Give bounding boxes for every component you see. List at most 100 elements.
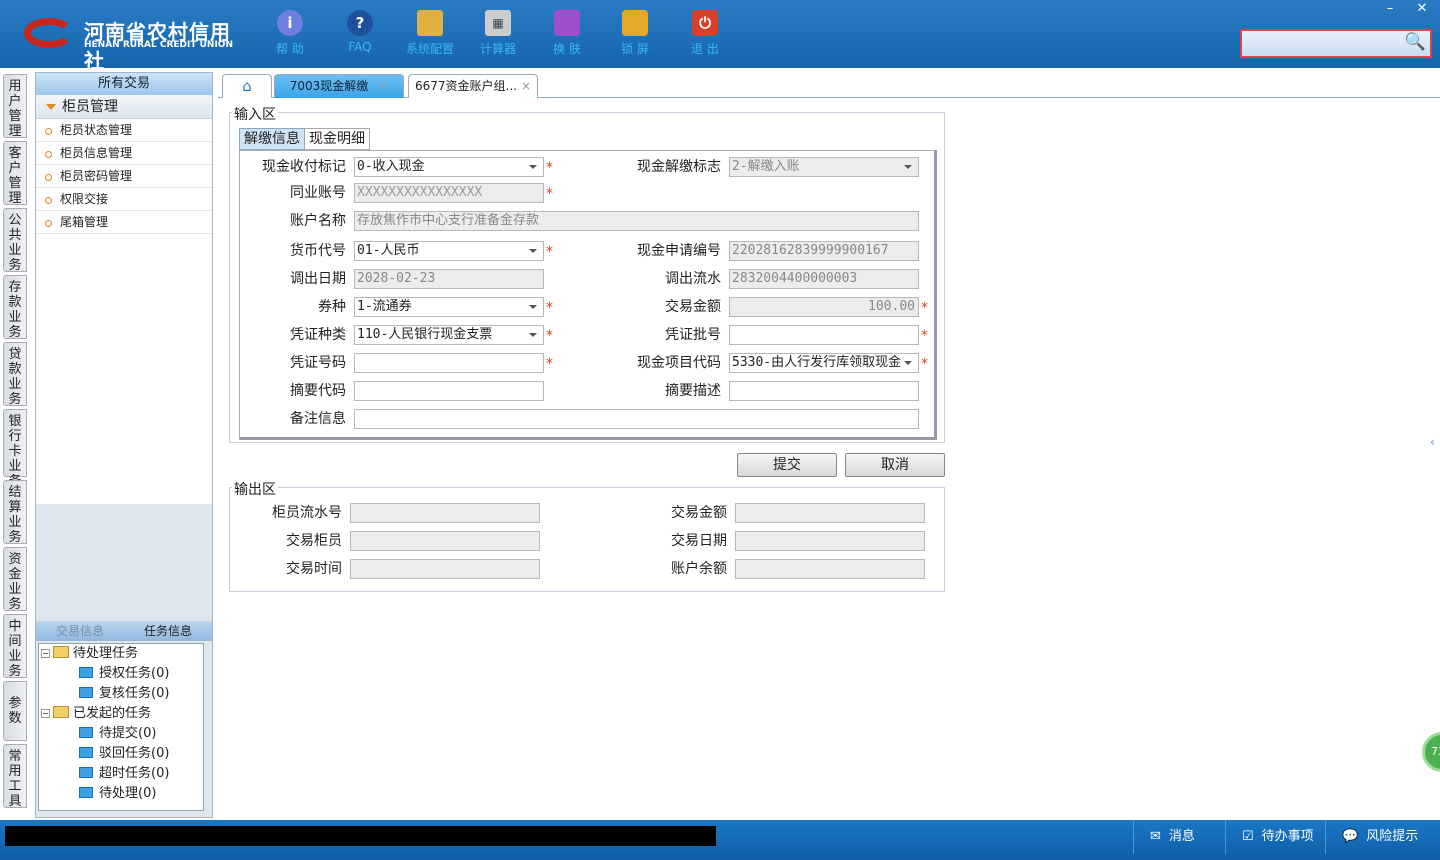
tree-label: 复核任务(0)	[99, 686, 170, 701]
summary-code-input[interactable]	[354, 381, 544, 401]
output-teller	[350, 531, 540, 551]
task-icon	[79, 747, 93, 758]
vtab-customer-mgmt[interactable]: 客户管理	[3, 141, 27, 206]
close-tab-icon[interactable]: ×	[378, 79, 388, 93]
vtab-intermediary[interactable]: 中间业务	[3, 614, 27, 679]
tab-7003[interactable]: 7003现金解缴 ×	[274, 74, 404, 98]
tree-node-pending[interactable]: − 待处理任务	[41, 644, 138, 664]
cancel-button[interactable]: 取消	[845, 453, 945, 477]
required-asterisk: *	[546, 160, 553, 176]
vtab-funds[interactable]: 资金业务	[3, 547, 27, 612]
remark-input[interactable]	[354, 409, 919, 429]
out-date-label: 调出日期	[290, 271, 346, 287]
coupon-select[interactable]: 1-流通券	[354, 297, 544, 317]
tree-node-review[interactable]: 复核任务(0)	[79, 684, 169, 704]
vtab-public[interactable]: 公共业务	[3, 208, 27, 273]
folder-icon	[53, 646, 69, 658]
sidebar-group-teller-mgmt[interactable]: 柜员管理	[36, 95, 212, 119]
logo-subtext: HENAN RURAL CREDIT UNION	[84, 40, 233, 50]
subtab-remit-info[interactable]: 解缴信息	[239, 128, 305, 150]
voucher-batch-input[interactable]	[729, 325, 919, 345]
vtab-settlement[interactable]: 结算业务	[3, 480, 27, 545]
sidebar-item-teller-info[interactable]: 柜员信息管理	[36, 142, 212, 165]
tab-task-info[interactable]: 任务信息	[124, 621, 212, 641]
close-window-button[interactable]: ✕	[1407, 0, 1437, 18]
vtab-params[interactable]: 参数	[3, 681, 27, 741]
required-asterisk: *	[546, 328, 553, 344]
power-icon: ⏻	[692, 10, 718, 36]
cash-flag-select[interactable]: 0-收入现金	[354, 157, 544, 177]
todo-label: 待办事项	[1261, 829, 1314, 844]
messages-label: 消息	[1168, 829, 1195, 844]
acct-name-input: 存放焦作市中心支行准备金存款	[354, 211, 919, 231]
sidebar-item-tail-box[interactable]: 尾箱管理	[36, 211, 212, 234]
logo-mark-icon	[24, 18, 74, 48]
voucher-no-input[interactable]	[354, 353, 544, 373]
collapse-panel-handle[interactable]: ‹	[1430, 435, 1435, 449]
tab-transaction-info[interactable]: 交易信息	[36, 621, 124, 641]
remit-flag-select: 2-解缴入账	[729, 157, 919, 177]
sidebar: 所有交易 柜员管理 柜员状态管理 柜员信息管理 柜员密码管理 权限交接 尾箱管理…	[35, 72, 213, 818]
todo-button[interactable]: ☑ 待办事项	[1225, 820, 1325, 854]
tree-label: 待提交(0)	[99, 726, 157, 741]
home-icon: ⌂	[242, 77, 252, 95]
tree-node-auth[interactable]: 授权任务(0)	[79, 664, 169, 684]
floating-assistant-badge[interactable]: 73	[1422, 732, 1440, 772]
vtab-deposit[interactable]: 存款业务	[3, 275, 27, 340]
sidebar-title[interactable]: 所有交易	[36, 73, 212, 95]
skin-label: 换 肤	[553, 42, 581, 56]
minimize-button[interactable]: –	[1375, 0, 1405, 18]
faq-label: FAQ	[348, 40, 372, 54]
redacted-status-text	[5, 826, 716, 846]
required-asterisk: *	[921, 328, 928, 344]
item-code-select[interactable]: 5330-由人行发行库领取现金	[729, 353, 919, 373]
voucher-type-select[interactable]: 110-人民银行现金支票	[354, 325, 544, 345]
faq-button[interactable]: ? FAQ	[330, 10, 390, 54]
sidebar-item-teller-status[interactable]: 柜员状态管理	[36, 119, 212, 142]
help-button[interactable]: i 帮 助	[260, 10, 320, 57]
tree-node-initiated[interactable]: − 已发起的任务	[41, 704, 151, 724]
tree-node-to-process[interactable]: 待处理(0)	[79, 784, 156, 804]
remark-label: 备注信息	[290, 411, 346, 427]
summary-desc-input[interactable]	[729, 381, 919, 401]
subtab-cash-detail[interactable]: 现金明细	[305, 128, 370, 150]
tree-node-timeout[interactable]: 超时任务(0)	[79, 764, 169, 784]
calculator-button[interactable]: ▦ 计算器	[468, 10, 528, 57]
required-asterisk: *	[921, 356, 928, 372]
home-tab[interactable]: ⌂	[222, 74, 272, 98]
sidebar-item-teller-password[interactable]: 柜员密码管理	[36, 165, 212, 188]
skin-button[interactable]: 换 肤	[537, 10, 597, 57]
sidebar-item-permission-handover[interactable]: 权限交接	[36, 188, 212, 211]
voucher-type-label: 凭证种类	[290, 327, 346, 343]
system-config-button[interactable]: 系统配置	[400, 10, 460, 57]
tree-node-rejected[interactable]: 驳回任务(0)	[79, 744, 169, 764]
messages-button[interactable]: ✉ 消息	[1133, 820, 1225, 854]
vtab-tools[interactable]: 常用工具	[3, 744, 27, 809]
out-serial-input: 2832004400000003	[729, 269, 919, 289]
acct-name-label: 账户名称	[290, 213, 346, 229]
apply-no-input: 22028162839999900167	[729, 241, 919, 261]
currency-select[interactable]: 01-人民币	[354, 241, 544, 261]
task-icon	[79, 667, 93, 678]
amount-input: 100.00	[729, 297, 919, 317]
tree-label: 驳回任务(0)	[99, 746, 170, 761]
vtab-bank-card[interactable]: 银行卡业务	[3, 409, 27, 489]
tab-6677[interactable]: 6677资金账户组... ×	[408, 74, 538, 98]
lock-screen-button[interactable]: 锁 屏	[605, 10, 665, 57]
output-teller-serial	[350, 503, 540, 523]
tree-label: 待处理任务	[73, 646, 139, 661]
search-icon: 🔍	[1404, 32, 1426, 52]
search-input[interactable]: 🔍	[1240, 29, 1432, 58]
tree-node-to-submit[interactable]: 待提交(0)	[79, 724, 156, 744]
output-label: 账户余额	[671, 561, 727, 577]
shirt-icon	[554, 10, 580, 36]
output-label: 交易日期	[671, 533, 727, 549]
vtab-user-mgmt[interactable]: 用户管理	[3, 74, 27, 139]
exit-button[interactable]: ⏻ 退 出	[675, 10, 735, 57]
vtab-loan[interactable]: 贷款业务	[3, 342, 27, 407]
submit-button[interactable]: 提交	[737, 453, 837, 477]
risk-alert-button[interactable]: 💬 风险提示	[1325, 820, 1440, 854]
out-date-input: 2028-02-23	[354, 269, 544, 289]
tab-label: 7003现金解缴	[289, 79, 369, 93]
close-tab-icon[interactable]: ×	[521, 79, 531, 93]
